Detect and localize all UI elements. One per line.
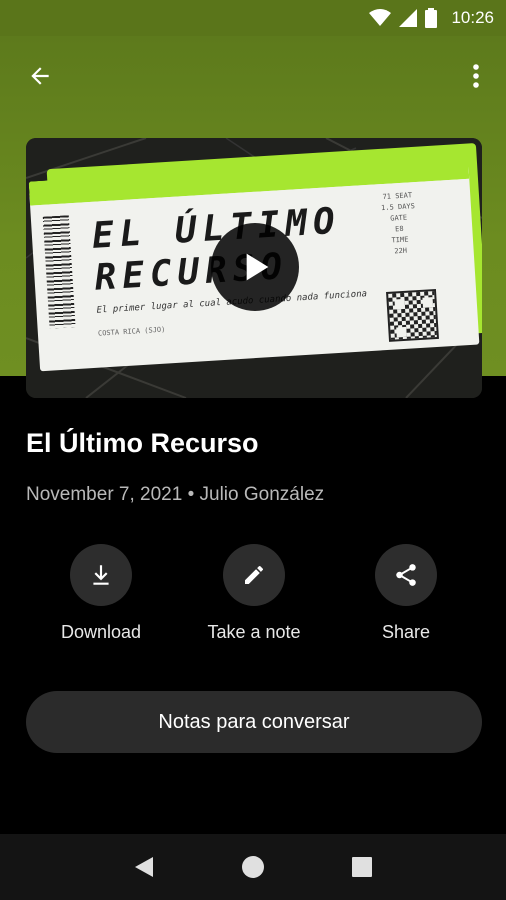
take-note-button[interactable] xyxy=(223,544,285,606)
share-button[interactable] xyxy=(375,544,437,606)
notes-button[interactable]: Notas para conversar xyxy=(26,691,482,753)
back-button[interactable] xyxy=(22,58,58,94)
episode-actions: Download Take a note Share xyxy=(0,544,506,654)
download-icon xyxy=(93,565,109,585)
download-action[interactable]: Download xyxy=(31,544,171,643)
ticket-origin: COSTA RICA (SJO) xyxy=(97,325,166,338)
play-button[interactable] xyxy=(211,223,299,311)
barcode-graphic xyxy=(42,215,76,329)
back-triangle-icon[interactable] xyxy=(133,855,155,879)
status-time: 10:26 xyxy=(451,8,494,27)
episode-title: El Último Recurso xyxy=(26,428,259,458)
share-action[interactable]: Share xyxy=(336,544,476,643)
wifi-icon xyxy=(369,9,392,26)
system-nav-bar xyxy=(0,834,506,900)
play-icon xyxy=(246,253,269,281)
download-label: Download xyxy=(60,622,142,642)
take-note-action[interactable]: Take a note xyxy=(184,544,324,643)
pencil-icon xyxy=(245,566,263,584)
arrow-left-icon xyxy=(31,67,49,85)
status-bar: 10:26 xyxy=(0,0,506,36)
recents-square-icon[interactable] xyxy=(351,856,373,878)
episode-meta: November 7, 2021 • Julio González xyxy=(26,484,325,505)
take-note-label: Take a note xyxy=(207,622,301,642)
more-options-button[interactable] xyxy=(462,58,490,94)
signal-icon xyxy=(399,9,418,27)
home-circle-icon[interactable] xyxy=(241,855,265,879)
ticket-details: 71 SEAT 1.5 DAYS GATE E8 TIME 22H xyxy=(380,191,416,256)
video-thumbnail[interactable]: AIR TICKET OpenHouse Projects EL ÚLTIMO … xyxy=(26,138,482,398)
ticket-brand: OpenHouse Projects xyxy=(345,158,429,174)
ticket-label: AIR TICKET xyxy=(50,179,134,199)
share-icon xyxy=(396,564,416,586)
more-vert-icon xyxy=(473,64,479,88)
share-label: Share xyxy=(381,622,431,642)
download-button[interactable] xyxy=(70,544,132,606)
battery-icon xyxy=(425,8,438,28)
qr-code-graphic xyxy=(386,288,439,342)
